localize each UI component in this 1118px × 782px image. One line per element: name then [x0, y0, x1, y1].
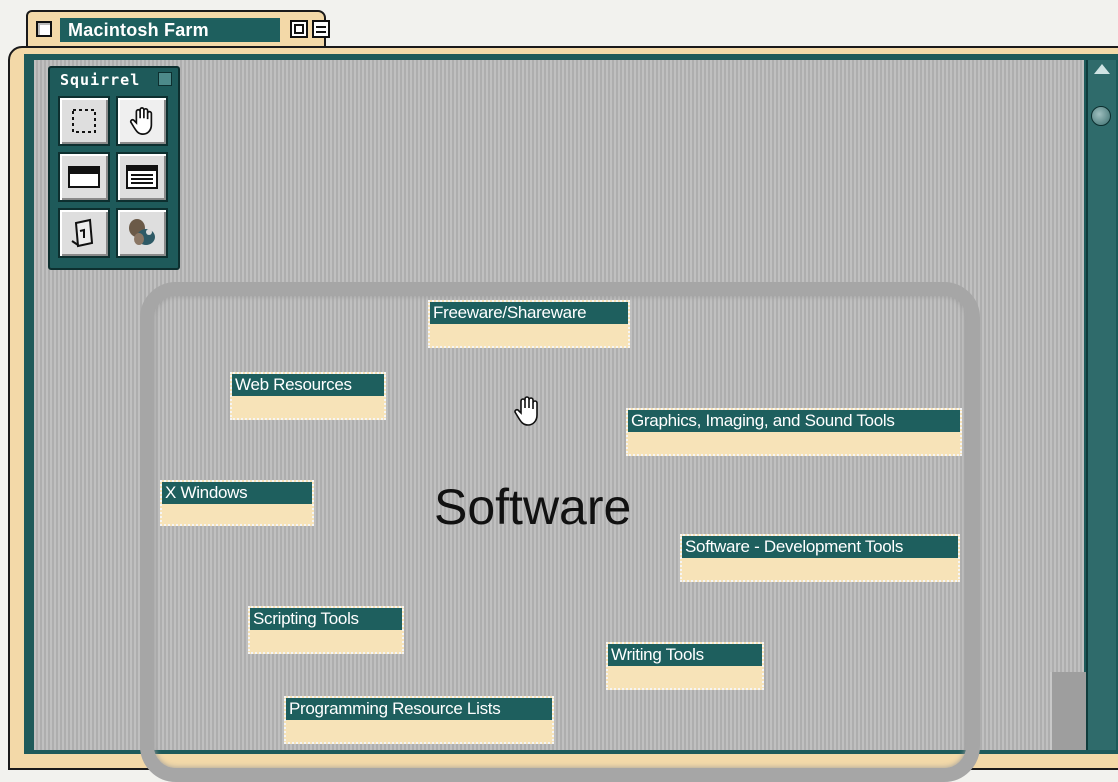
node-label: X Windows — [162, 482, 312, 504]
group-title: Software — [434, 479, 632, 535]
node-label: Freeware/Shareware — [430, 302, 628, 324]
squirrel-tool-button[interactable] — [116, 208, 168, 258]
node-label: Graphics, Imaging, and Sound Tools — [628, 410, 960, 432]
scroll-thumb[interactable] — [1091, 106, 1111, 126]
node-web-resources[interactable]: Web Resources — [230, 372, 386, 420]
document-tool-button[interactable] — [58, 208, 110, 258]
collapse-box-button[interactable] — [312, 20, 330, 38]
palette-close-button[interactable] — [158, 72, 172, 86]
window-tab[interactable]: Macintosh Farm — [26, 10, 330, 50]
vertical-scrollbar[interactable] — [1086, 60, 1116, 750]
squirrel-icon — [129, 219, 155, 245]
window-tool-button[interactable] — [58, 152, 110, 202]
node-programming-resource-lists[interactable]: Programming Resource Lists — [284, 696, 554, 744]
marquee-select-icon — [72, 109, 96, 133]
tool-palette[interactable]: Squirrel — [48, 66, 180, 270]
close-box-button[interactable] — [36, 21, 52, 37]
node-x-windows[interactable]: X Windows — [160, 480, 314, 526]
zoom-box-button[interactable] — [290, 20, 308, 38]
hand-grab-icon — [129, 107, 153, 135]
palette-title: Squirrel — [60, 71, 141, 89]
node-writing-tools[interactable]: Writing Tools — [606, 642, 764, 690]
marquee-tool-button[interactable] — [58, 96, 110, 146]
node-label: Scripting Tools — [250, 608, 402, 630]
node-software-development-tools[interactable]: Software - Development Tools — [680, 534, 960, 582]
scroll-up-arrow-icon[interactable] — [1094, 64, 1110, 74]
window-title[interactable]: Macintosh Farm — [60, 18, 280, 42]
node-freeware-shareware[interactable]: Freeware/Shareware — [428, 300, 630, 348]
scroll-area-nub — [1050, 672, 1086, 750]
list-window-tool-button[interactable] — [116, 152, 168, 202]
window-list-icon — [126, 165, 158, 189]
node-label: Web Resources — [232, 374, 384, 396]
node-label: Software - Development Tools — [682, 536, 958, 558]
hand-cursor-icon — [512, 395, 542, 432]
document-icon — [71, 218, 94, 248]
window-title-icon — [68, 166, 100, 188]
node-label: Programming Resource Lists — [286, 698, 552, 720]
hand-tool-button[interactable] — [116, 96, 168, 146]
node-graphics-imaging-sound-tools[interactable]: Graphics, Imaging, and Sound Tools — [626, 408, 962, 456]
node-label: Writing Tools — [608, 644, 762, 666]
node-scripting-tools[interactable]: Scripting Tools — [248, 606, 404, 654]
